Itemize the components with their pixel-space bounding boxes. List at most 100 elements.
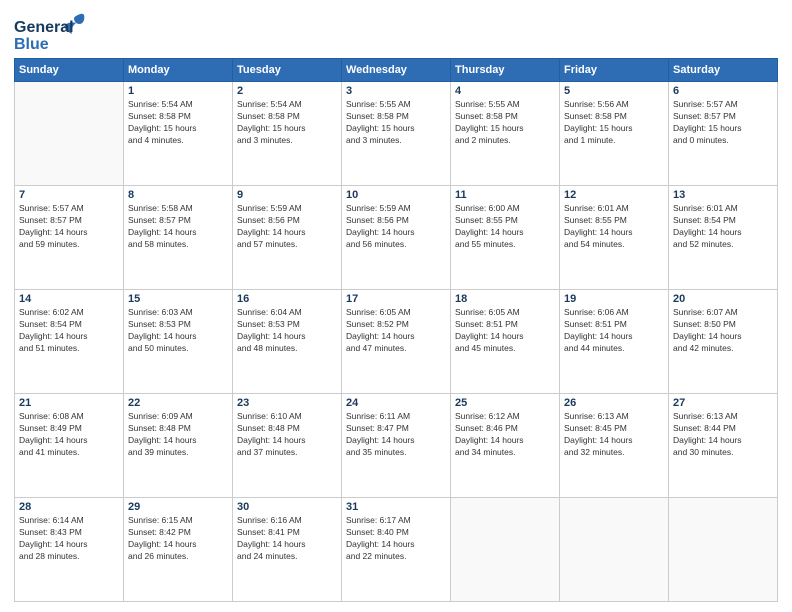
day-number: 30 [237,501,337,513]
calendar-cell: 3 Sunrise: 5:55 AM Sunset: 8:58 PM Daylig… [342,82,451,186]
day-detail: Sunrise: 6:05 AM Sunset: 8:52 PM Dayligh… [346,307,446,355]
day-detail: Sunrise: 6:15 AM Sunset: 8:42 PM Dayligh… [128,515,228,563]
day-detail: Sunrise: 6:13 AM Sunset: 8:45 PM Dayligh… [564,411,664,459]
day-number: 5 [564,85,664,97]
calendar-cell: 18 Sunrise: 6:05 AM Sunset: 8:51 PM Dayli… [451,290,560,394]
calendar-cell: 2Sunrise: 5:54 AM Sunset: 8:58 PM Daylig… [233,82,342,186]
calendar-cell: 6 Sunrise: 5:57 AM Sunset: 8:57 PM Daylig… [669,82,778,186]
day-number: 31 [346,501,446,513]
day-number: 1 [128,85,228,97]
day-number: 29 [128,501,228,513]
calendar-table: SundayMondayTuesdayWednesdayThursdayFrid… [14,58,778,602]
calendar-cell: 31 Sunrise: 6:17 AM Sunset: 8:40 PM Dayli… [342,498,451,602]
svg-text:Blue: Blue [14,36,49,52]
day-detail: Sunrise: 5:55 AM Sunset: 8:58 PM Dayligh… [346,99,446,147]
day-number: 14 [19,293,119,305]
day-number: 6 [673,85,773,97]
day-detail: Sunrise: 6:07 AM Sunset: 8:50 PM Dayligh… [673,307,773,355]
day-number: 8 [128,189,228,201]
calendar-header-friday: Friday [560,59,669,82]
day-detail: Sunrise: 6:04 AM Sunset: 8:53 PM Dayligh… [237,307,337,355]
calendar-cell [560,498,669,602]
day-number: 15 [128,293,228,305]
calendar-cell: 19 Sunrise: 6:06 AM Sunset: 8:51 PM Dayli… [560,290,669,394]
day-number: 4 [455,85,555,97]
svg-text:General: General [14,19,74,36]
calendar-header-wednesday: Wednesday [342,59,451,82]
day-detail: Sunrise: 6:12 AM Sunset: 8:46 PM Dayligh… [455,411,555,459]
day-detail: Sunrise: 5:59 AM Sunset: 8:56 PM Dayligh… [237,203,337,251]
day-number: 25 [455,397,555,409]
calendar-week-row: 14 Sunrise: 6:02 AM Sunset: 8:54 PM Dayli… [15,290,778,394]
day-detail: Sunrise: 6:14 AM Sunset: 8:43 PM Dayligh… [19,515,119,563]
day-number: 11 [455,189,555,201]
calendar-cell: 24Sunrise: 6:11 AM Sunset: 8:47 PM Dayli… [342,394,451,498]
calendar-cell [451,498,560,602]
day-detail: Sunrise: 6:06 AM Sunset: 8:51 PM Dayligh… [564,307,664,355]
calendar-cell: 27 Sunrise: 6:13 AM Sunset: 8:44 PM Dayli… [669,394,778,498]
day-detail: Sunrise: 5:58 AM Sunset: 8:57 PM Dayligh… [128,203,228,251]
day-number: 9 [237,189,337,201]
day-number: 23 [237,397,337,409]
calendar-cell: 22 Sunrise: 6:09 AM Sunset: 8:48 PM Dayli… [124,394,233,498]
day-detail: Sunrise: 6:00 AM Sunset: 8:55 PM Dayligh… [455,203,555,251]
day-detail: Sunrise: 5:54 AM Sunset: 8:58 PM Dayligh… [128,99,228,147]
day-detail: Sunrise: 6:01 AM Sunset: 8:54 PM Dayligh… [673,203,773,251]
logo: GeneralBlue [14,10,94,52]
page-container: GeneralBlue SundayMondayTuesdayWednesday… [0,0,792,612]
calendar-cell: 25 Sunrise: 6:12 AM Sunset: 8:46 PM Dayli… [451,394,560,498]
calendar-cell: 30 Sunrise: 6:16 AM Sunset: 8:41 PM Dayli… [233,498,342,602]
day-number: 19 [564,293,664,305]
day-detail: Sunrise: 6:09 AM Sunset: 8:48 PM Dayligh… [128,411,228,459]
day-detail: Sunrise: 6:17 AM Sunset: 8:40 PM Dayligh… [346,515,446,563]
day-detail: Sunrise: 5:54 AM Sunset: 8:58 PM Dayligh… [237,99,337,147]
day-detail: Sunrise: 5:57 AM Sunset: 8:57 PM Dayligh… [673,99,773,147]
day-number: 12 [564,189,664,201]
calendar-week-row: 28 Sunrise: 6:14 AM Sunset: 8:43 PM Dayli… [15,498,778,602]
calendar-header-sunday: Sunday [15,59,124,82]
day-number: 21 [19,397,119,409]
day-number: 27 [673,397,773,409]
day-detail: Sunrise: 5:59 AM Sunset: 8:56 PM Dayligh… [346,203,446,251]
calendar-cell: 5 Sunrise: 5:56 AM Sunset: 8:58 PM Daylig… [560,82,669,186]
day-detail: Sunrise: 6:10 AM Sunset: 8:48 PM Dayligh… [237,411,337,459]
day-number: 3 [346,85,446,97]
day-detail: Sunrise: 6:16 AM Sunset: 8:41 PM Dayligh… [237,515,337,563]
calendar-cell: 17Sunrise: 6:05 AM Sunset: 8:52 PM Dayli… [342,290,451,394]
calendar-cell: 29 Sunrise: 6:15 AM Sunset: 8:42 PM Dayli… [124,498,233,602]
calendar-cell: 10 Sunrise: 5:59 AM Sunset: 8:56 PM Dayli… [342,186,451,290]
calendar-header-saturday: Saturday [669,59,778,82]
calendar-week-row: 21 Sunrise: 6:08 AM Sunset: 8:49 PM Dayli… [15,394,778,498]
calendar-header-tuesday: Tuesday [233,59,342,82]
calendar-cell [669,498,778,602]
day-number: 10 [346,189,446,201]
calendar-cell: 15Sunrise: 6:03 AM Sunset: 8:53 PM Dayli… [124,290,233,394]
day-detail: Sunrise: 6:05 AM Sunset: 8:51 PM Dayligh… [455,307,555,355]
day-detail: Sunrise: 6:08 AM Sunset: 8:49 PM Dayligh… [19,411,119,459]
calendar-cell: 8 Sunrise: 5:58 AM Sunset: 8:57 PM Daylig… [124,186,233,290]
calendar-header-thursday: Thursday [451,59,560,82]
calendar-cell: 1 Sunrise: 5:54 AM Sunset: 8:58 PM Daylig… [124,82,233,186]
logo-svg: GeneralBlue [14,10,94,52]
calendar-header-row: SundayMondayTuesdayWednesdayThursdayFrid… [15,59,778,82]
calendar-cell: 13Sunrise: 6:01 AM Sunset: 8:54 PM Dayli… [669,186,778,290]
day-number: 22 [128,397,228,409]
day-detail: Sunrise: 6:11 AM Sunset: 8:47 PM Dayligh… [346,411,446,459]
calendar-cell: 7Sunrise: 5:57 AM Sunset: 8:57 PM Daylig… [15,186,124,290]
calendar-cell: 14 Sunrise: 6:02 AM Sunset: 8:54 PM Dayli… [15,290,124,394]
calendar-cell: 21 Sunrise: 6:08 AM Sunset: 8:49 PM Dayli… [15,394,124,498]
day-detail: Sunrise: 5:56 AM Sunset: 8:58 PM Dayligh… [564,99,664,147]
day-number: 28 [19,501,119,513]
day-number: 16 [237,293,337,305]
calendar-cell: 11 Sunrise: 6:00 AM Sunset: 8:55 PM Dayli… [451,186,560,290]
day-number: 18 [455,293,555,305]
calendar-header-monday: Monday [124,59,233,82]
calendar-cell: 20Sunrise: 6:07 AM Sunset: 8:50 PM Dayli… [669,290,778,394]
day-detail: Sunrise: 6:13 AM Sunset: 8:44 PM Dayligh… [673,411,773,459]
day-detail: Sunrise: 6:02 AM Sunset: 8:54 PM Dayligh… [19,307,119,355]
calendar-cell: 16 Sunrise: 6:04 AM Sunset: 8:53 PM Dayli… [233,290,342,394]
calendar-cell: 4Sunrise: 5:55 AM Sunset: 8:58 PM Daylig… [451,82,560,186]
day-detail: Sunrise: 5:57 AM Sunset: 8:57 PM Dayligh… [19,203,119,251]
calendar-cell [15,82,124,186]
day-detail: Sunrise: 6:01 AM Sunset: 8:55 PM Dayligh… [564,203,664,251]
